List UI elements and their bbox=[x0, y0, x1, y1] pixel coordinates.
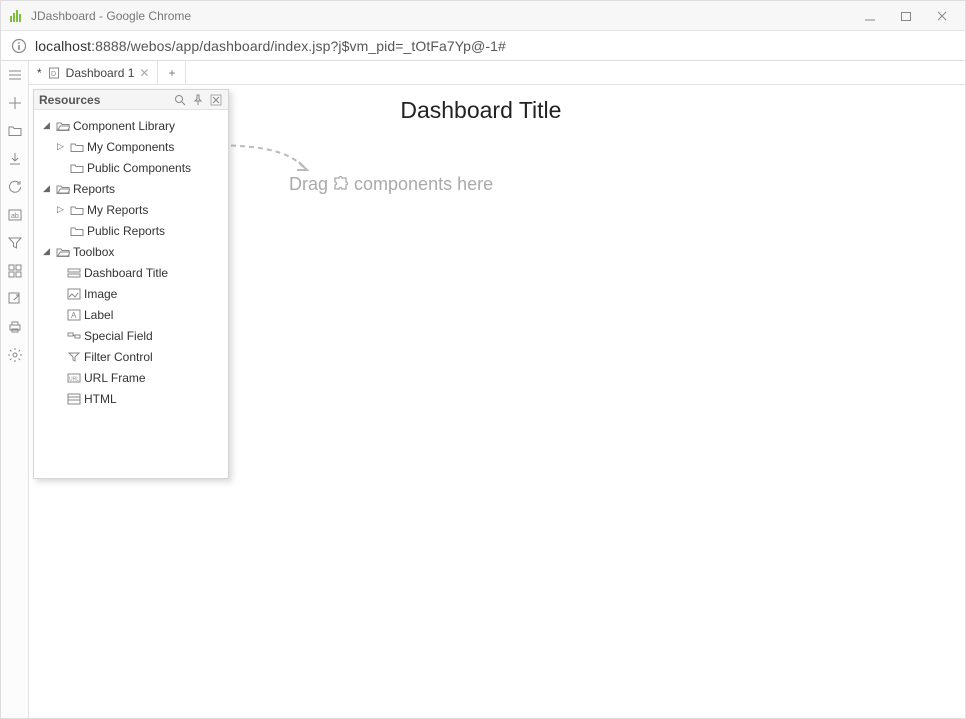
address-bar[interactable]: localhost:8888/webos/app/dashboard/index… bbox=[1, 31, 965, 61]
tree-node-url-frame[interactable]: URL URL Frame bbox=[36, 367, 226, 388]
tree-label: URL Frame bbox=[84, 371, 146, 385]
folder-icon bbox=[70, 161, 84, 175]
resource-tree: ◢ Component Library ▷ My Components Publ… bbox=[34, 110, 228, 478]
tree-label: Special Field bbox=[84, 329, 153, 343]
tree-label: Reports bbox=[73, 182, 115, 196]
svg-text:ab: ab bbox=[11, 213, 19, 220]
tree-label: Public Reports bbox=[87, 224, 165, 238]
tree-label: HTML bbox=[84, 392, 117, 406]
new-tab-button[interactable]: + bbox=[158, 61, 186, 84]
filter-icon[interactable] bbox=[7, 235, 23, 251]
tree-node-public-components[interactable]: Public Components bbox=[36, 157, 226, 178]
tab-close-icon[interactable]: ✕ bbox=[139, 66, 149, 80]
puzzle-icon bbox=[332, 173, 350, 196]
tree-node-dashboard-title[interactable]: Dashboard Title bbox=[36, 262, 226, 283]
search-icon[interactable] bbox=[173, 93, 187, 107]
folder-open-icon bbox=[56, 119, 70, 133]
filter-icon bbox=[67, 350, 81, 364]
label-icon: A bbox=[67, 308, 81, 322]
hint-text-before: Drag bbox=[289, 174, 328, 195]
folder-icon bbox=[70, 224, 84, 238]
save-icon[interactable] bbox=[7, 151, 23, 167]
expand-icon[interactable]: ▷ bbox=[54, 141, 67, 152]
tab-modified-indicator: * bbox=[37, 66, 42, 80]
tree-label: My Reports bbox=[87, 203, 148, 217]
tree-node-component-library[interactable]: ◢ Component Library bbox=[36, 115, 226, 136]
print-icon[interactable] bbox=[7, 319, 23, 335]
collapse-icon[interactable]: ◢ bbox=[40, 183, 53, 194]
panel-close-icon[interactable] bbox=[209, 93, 223, 107]
left-toolbar: ab bbox=[1, 61, 29, 718]
dashboard-title-widget[interactable]: Dashboard Title bbox=[400, 97, 561, 124]
hint-text-after: components here bbox=[354, 174, 493, 195]
tree-node-label[interactable]: A Label bbox=[36, 304, 226, 325]
special-field-icon bbox=[67, 329, 81, 343]
folder-icon bbox=[70, 203, 84, 217]
drop-zone-hint: Drag components here bbox=[289, 173, 493, 196]
tree-node-toolbox[interactable]: ◢ Toolbox bbox=[36, 241, 226, 262]
document-icon: D bbox=[47, 66, 61, 80]
folder-open-icon bbox=[56, 182, 70, 196]
url-icon: URL bbox=[67, 371, 81, 385]
panel-header[interactable]: Resources bbox=[34, 90, 228, 110]
tree-label: My Components bbox=[87, 140, 174, 154]
info-icon[interactable] bbox=[11, 38, 27, 54]
folder-open-icon bbox=[56, 245, 70, 259]
new-icon[interactable] bbox=[7, 95, 23, 111]
text-icon[interactable]: ab bbox=[7, 207, 23, 223]
collapse-icon[interactable]: ◢ bbox=[40, 246, 53, 257]
image-icon bbox=[67, 287, 81, 301]
tree-node-public-reports[interactable]: Public Reports bbox=[36, 220, 226, 241]
window-title: JDashboard - Google Chrome bbox=[31, 9, 863, 23]
minimize-button[interactable] bbox=[863, 9, 877, 23]
svg-text:URL: URL bbox=[69, 376, 79, 382]
tree-node-filter-control[interactable]: Filter Control bbox=[36, 346, 226, 367]
collapse-icon[interactable]: ◢ bbox=[40, 120, 53, 131]
tree-node-my-reports[interactable]: ▷ My Reports bbox=[36, 199, 226, 220]
menu-icon[interactable] bbox=[7, 67, 23, 83]
tree-label: Component Library bbox=[73, 119, 175, 133]
app-icon bbox=[9, 9, 23, 23]
url-path: :8888/webos/app/dashboard/index.jsp?j$vm… bbox=[91, 38, 506, 54]
tab-label: Dashboard 1 bbox=[66, 66, 135, 80]
dashboard-canvas[interactable]: Resources ◢ Component Library ▷ bbox=[29, 85, 965, 718]
expand-icon[interactable]: ▷ bbox=[54, 204, 67, 215]
maximize-button[interactable] bbox=[899, 9, 913, 23]
window-controls bbox=[863, 9, 949, 23]
layout-icon[interactable] bbox=[7, 263, 23, 279]
url-text: localhost:8888/webos/app/dashboard/index… bbox=[35, 38, 506, 54]
tree-label: Dashboard Title bbox=[84, 266, 168, 280]
resources-panel: Resources ◢ Component Library ▷ bbox=[33, 89, 229, 479]
document-tab-strip: * D Dashboard 1 ✕ + bbox=[29, 61, 965, 85]
html-icon bbox=[67, 392, 81, 406]
open-icon[interactable] bbox=[7, 123, 23, 139]
title-icon bbox=[67, 266, 81, 280]
document-tab[interactable]: * D Dashboard 1 ✕ bbox=[29, 61, 158, 84]
tree-label: Image bbox=[84, 287, 117, 301]
export-icon[interactable] bbox=[7, 291, 23, 307]
tree-node-reports[interactable]: ◢ Reports bbox=[36, 178, 226, 199]
svg-text:D: D bbox=[51, 71, 56, 78]
svg-text:A: A bbox=[71, 311, 77, 320]
panel-title: Resources bbox=[39, 93, 169, 107]
folder-icon bbox=[70, 140, 84, 154]
settings-icon[interactable] bbox=[7, 347, 23, 363]
refresh-icon[interactable] bbox=[7, 179, 23, 195]
tree-label: Toolbox bbox=[73, 245, 114, 259]
tree-node-my-components[interactable]: ▷ My Components bbox=[36, 136, 226, 157]
tree-label: Filter Control bbox=[84, 350, 153, 364]
tree-node-special-field[interactable]: Special Field bbox=[36, 325, 226, 346]
pin-icon[interactable] bbox=[191, 93, 205, 107]
close-button[interactable] bbox=[935, 9, 949, 23]
tree-label: Public Components bbox=[87, 161, 191, 175]
chrome-title-bar: JDashboard - Google Chrome bbox=[1, 1, 965, 31]
tree-node-image[interactable]: Image bbox=[36, 283, 226, 304]
url-host: localhost bbox=[35, 38, 91, 54]
tree-label: Label bbox=[84, 308, 113, 322]
tree-node-html[interactable]: HTML bbox=[36, 388, 226, 409]
